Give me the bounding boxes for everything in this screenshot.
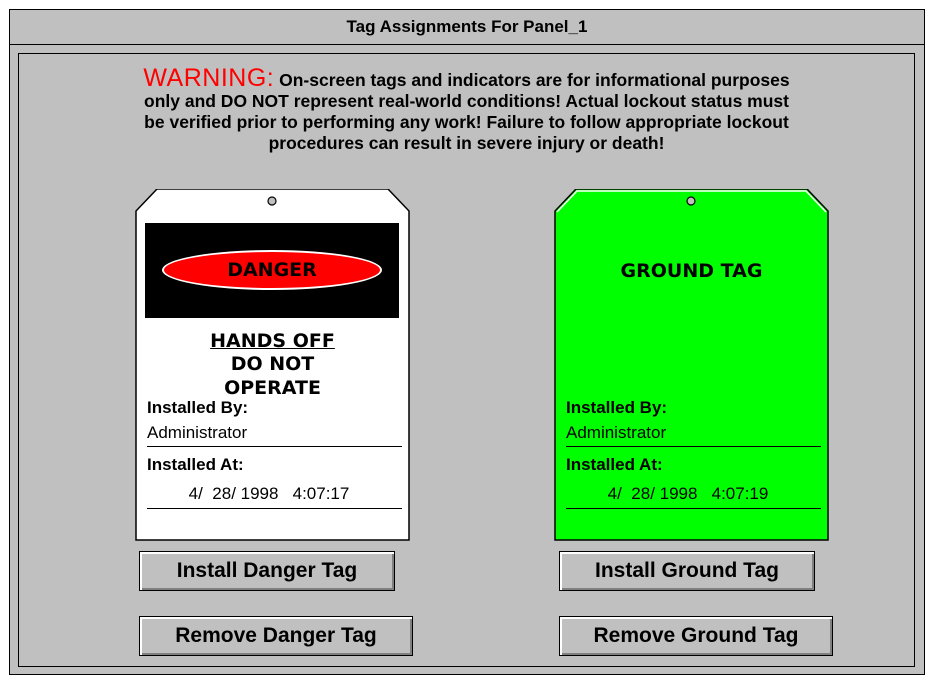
danger-header-band: DANGER: [145, 223, 399, 318]
tag-hole-icon: [686, 196, 696, 206]
remove-danger-tag-button[interactable]: Remove Danger Tag: [139, 616, 413, 656]
ground-tag: GROUND TAG Installed By: Administrator I…: [554, 189, 829, 541]
danger-installed-at-value: 4/ 28/ 1998 4:07:17: [188, 484, 350, 503]
install-ground-tag-button[interactable]: Install Ground Tag: [559, 551, 815, 591]
warning-message: WARNING: On-screen tags and indicators a…: [19, 66, 914, 154]
ground-installed-at-value: 4/ 28/ 1998 4:07:19: [607, 484, 769, 503]
ground-header: GROUND TAG: [620, 260, 763, 282]
danger-tag: DANGER HANDS OFF DO NOT OPERATE Installe…: [135, 189, 410, 541]
danger-line-do-not: DO NOT: [230, 353, 315, 375]
danger-installed-at-rule: [147, 508, 402, 509]
ground-installed-at-rule: [566, 508, 821, 509]
window-title: Tag Assignments For Panel_1: [10, 10, 924, 45]
tag-assignments-window: Tag Assignments For Panel_1 WARNING: On-…: [9, 9, 925, 675]
danger-installed-by-rule: [147, 446, 402, 447]
danger-installed-at-label: Installed At:: [147, 455, 244, 474]
tag-panel: WARNING: On-screen tags and indicators a…: [18, 53, 915, 667]
install-danger-tag-button[interactable]: Install Danger Tag: [139, 551, 395, 591]
ground-installed-at-label: Installed At:: [566, 455, 663, 474]
danger-header: DANGER: [162, 250, 382, 290]
tag-hole-icon: [267, 196, 277, 206]
warning-label: WARNING:: [143, 64, 275, 92]
ground-installed-by-rule: [566, 446, 821, 447]
warning-line-1: On-screen tags and indicators are for in…: [279, 70, 790, 90]
danger-installed-by-value: Administrator: [147, 423, 248, 442]
warning-line-4: procedures can result in severe injury o…: [268, 133, 665, 153]
ground-installed-by-label: Installed By:: [566, 398, 668, 417]
warning-line-3: be verified prior to performing any work…: [144, 112, 789, 132]
danger-line-hands-off: HANDS OFF: [210, 330, 335, 352]
danger-installed-by-label: Installed By:: [147, 398, 249, 417]
warning-line-2: only and DO NOT represent real-world con…: [144, 91, 789, 111]
danger-line-operate: OPERATE: [224, 377, 321, 399]
remove-ground-tag-button[interactable]: Remove Ground Tag: [559, 616, 833, 656]
ground-installed-by-value: Administrator: [566, 423, 667, 442]
